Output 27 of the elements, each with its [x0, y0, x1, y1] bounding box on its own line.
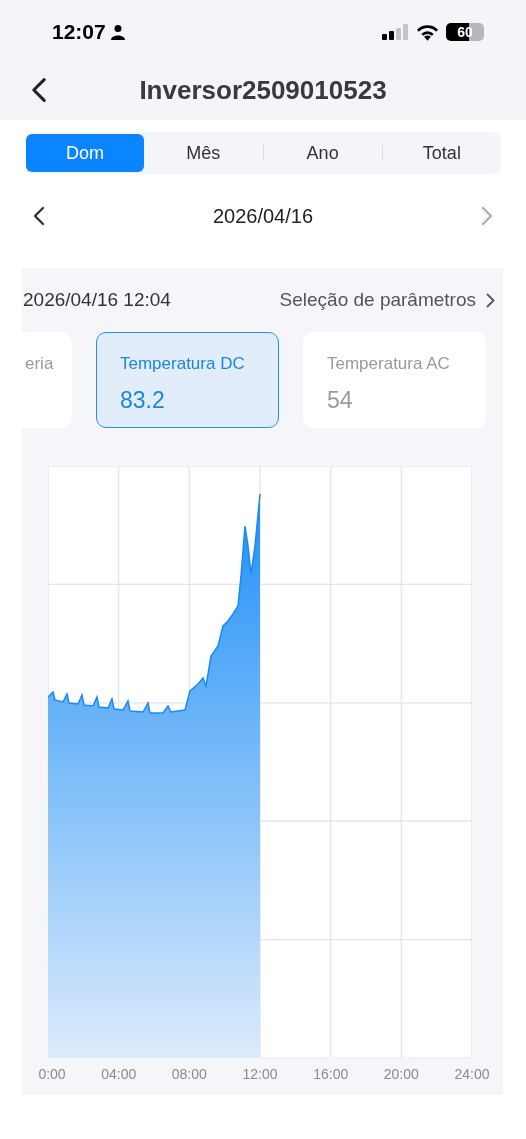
- parameter-value: 83.2: [120, 385, 166, 415]
- x-axis-label: 08:00: [171, 1065, 207, 1084]
- parameter-label: eria: [25, 353, 55, 375]
- parameter-label: Temperatura DC: [120, 353, 246, 375]
- x-axis-label: 20:00: [383, 1065, 419, 1084]
- page-title: Inversor2509010523: [138, 73, 388, 107]
- period-tab[interactable]: Ano: [263, 134, 382, 172]
- x-axis-label: 24:00: [454, 1065, 490, 1084]
- parameter-label: Temperatura AC: [327, 353, 451, 375]
- back-button[interactable]: [31, 77, 47, 103]
- period-tab[interactable]: Dom: [26, 134, 145, 172]
- x-axis-label: 16:00: [313, 1065, 349, 1084]
- x-axis-label: 0:00: [38, 1065, 66, 1084]
- data-timestamp: 2026/04/16 12:04: [23, 287, 171, 312]
- wifi-icon: [416, 23, 439, 41]
- period-tab[interactable]: Mês: [144, 134, 263, 172]
- x-axis-label: 12:00: [242, 1065, 278, 1084]
- period-tab[interactable]: Total: [382, 134, 501, 172]
- selected-date: 2026/04/16: [212, 204, 314, 229]
- x-axis-label: 04:00: [101, 1065, 137, 1084]
- status-time: 12:07: [52, 19, 106, 46]
- parameter-value: 54: [327, 385, 354, 415]
- chevron-icon[interactable]: [486, 292, 495, 308]
- person-icon: [109, 24, 126, 40]
- signal-icon: [382, 24, 409, 40]
- parameter-selection-link[interactable]: Seleção de parâmetros: [279, 285, 495, 315]
- previous-day-button[interactable]: [33, 206, 45, 226]
